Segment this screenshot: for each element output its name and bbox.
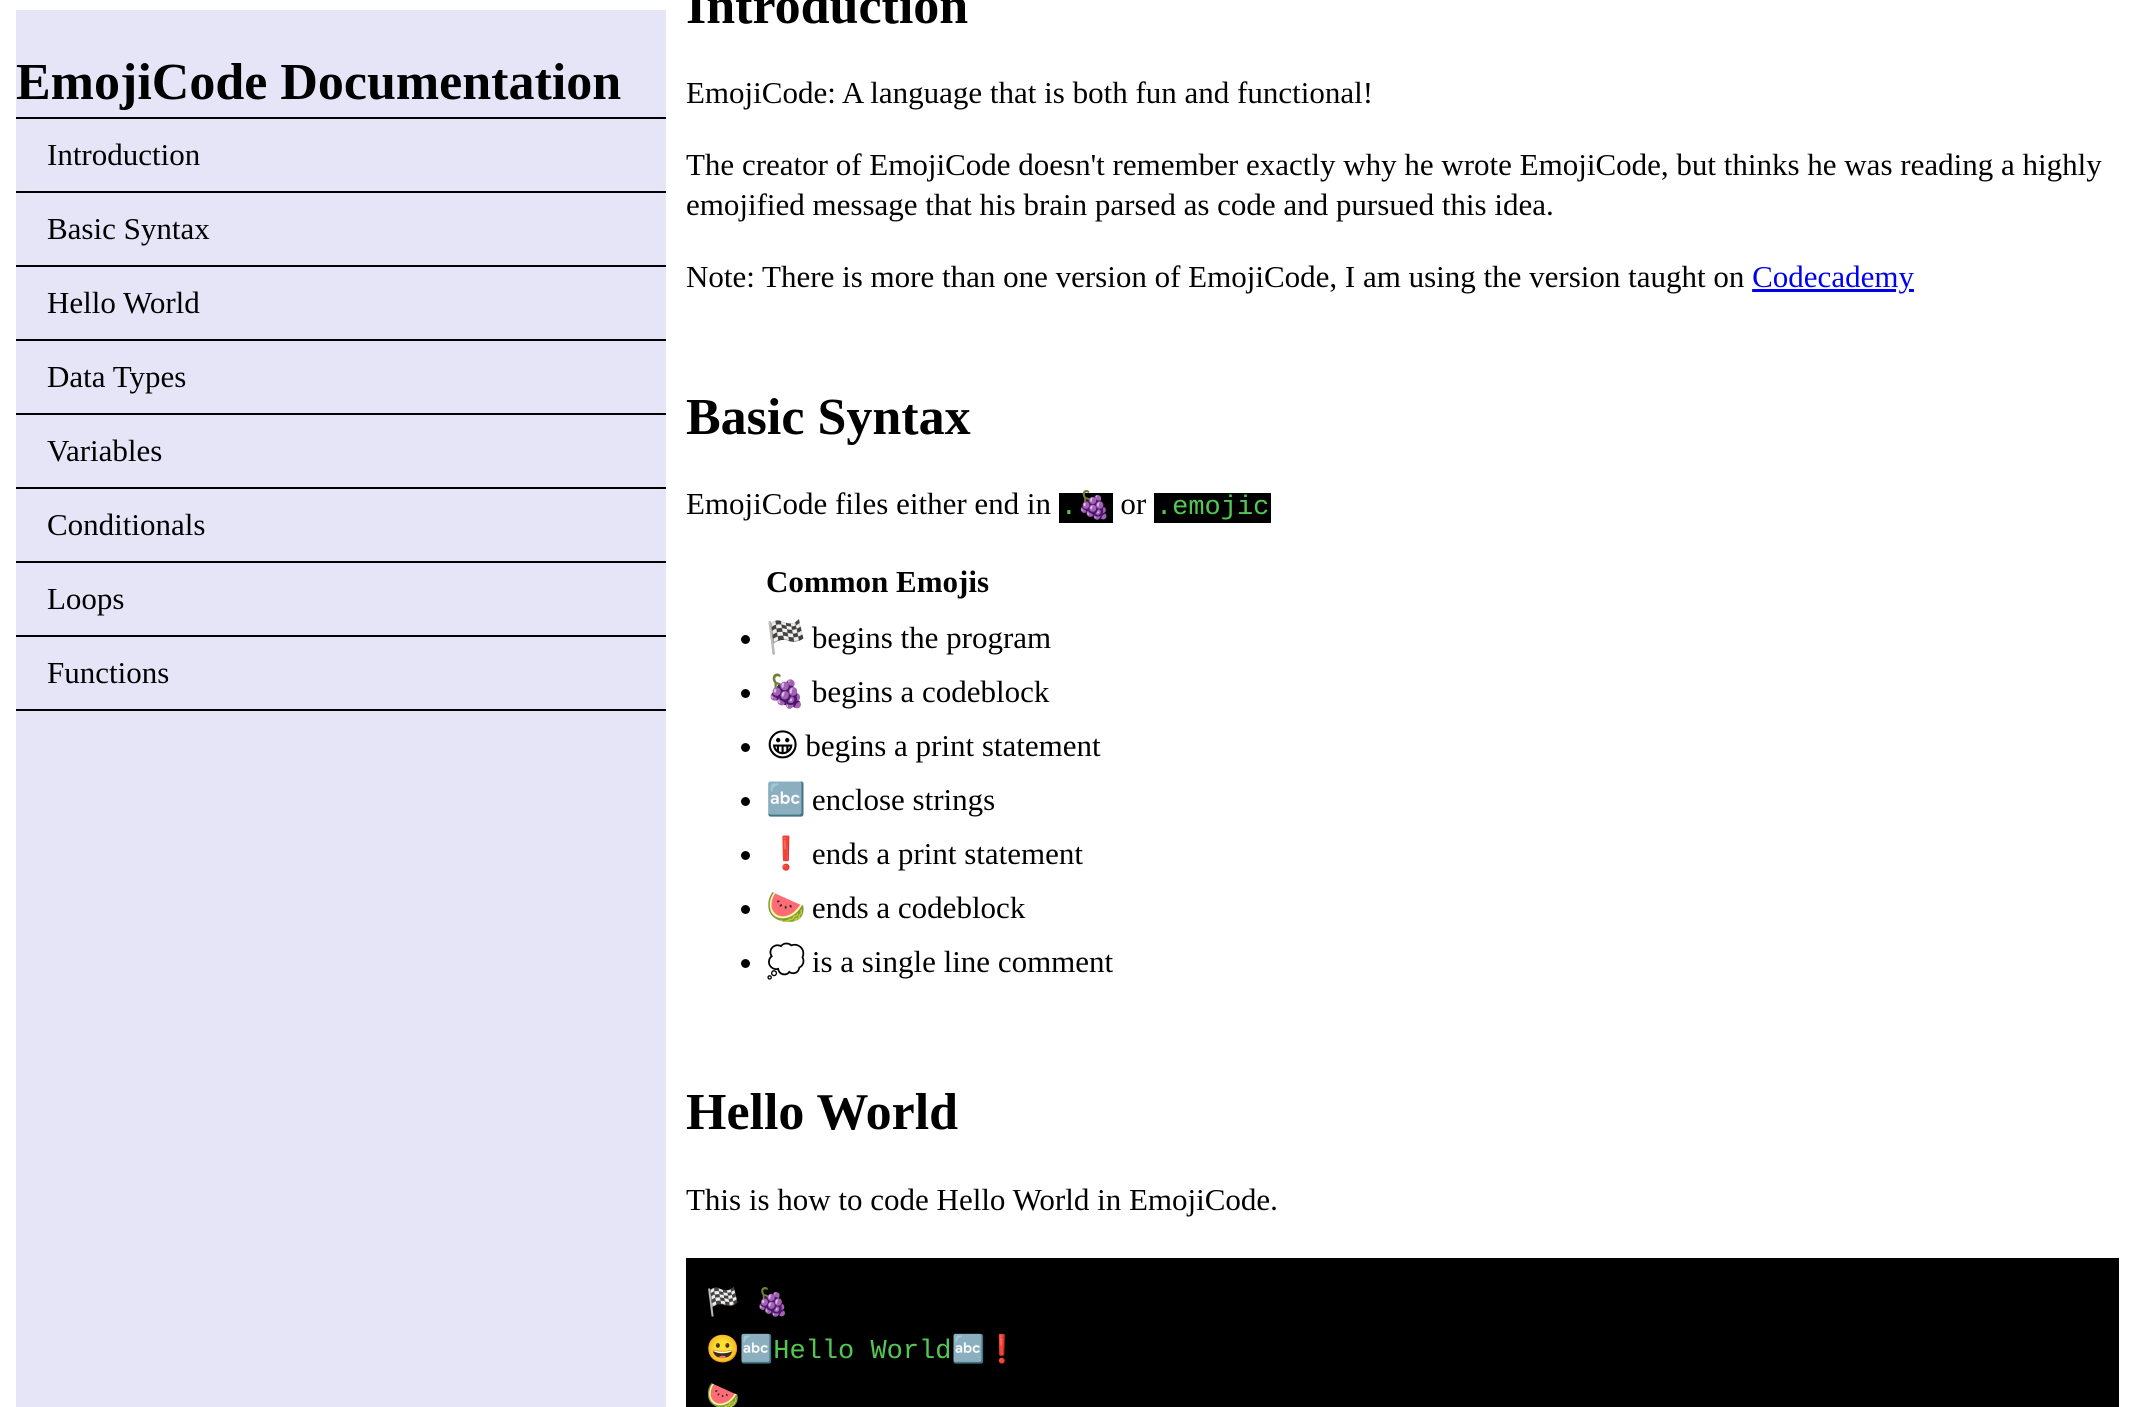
intro-creator-paragraph: The creator of EmojiCode doesn't remembe… — [686, 147, 2102, 223]
section-heading-hello-world: Hello World — [686, 1084, 959, 1142]
list-item: 🏁begins the program — [766, 610, 2121, 664]
extension-emojic-code: .emojic — [1153, 493, 1272, 524]
thought-bubble-icon: 💭 — [766, 942, 806, 981]
list-item-text: ends a codeblock — [811, 890, 1026, 926]
nav-link-functions[interactable]: Functions — [47, 655, 169, 691]
hello-world-code-block: 🏁 🍇 😀🔤Hello World🔤❗ 🍉 — [686, 1257, 2119, 1407]
nav-item-hello-world[interactable]: Hello World — [16, 267, 666, 342]
exclamation-icon: ❗ — [766, 834, 806, 873]
nav-link-data-types[interactable]: Data Types — [47, 359, 186, 395]
intro-paragraph: EmojiCode: A language that is both fun a… — [686, 75, 1374, 111]
hello-world-paragraph: This is how to code Hello World in Emoji… — [686, 1181, 1278, 1217]
nav-link-introduction[interactable]: Introduction — [47, 137, 200, 173]
code-line: 🏁 🍇 — [706, 1289, 790, 1320]
checkered-flag-icon: 🏁 — [766, 618, 806, 657]
nav-item-conditionals[interactable]: Conditionals — [16, 489, 666, 564]
section-heading-basic-syntax: Basic Syntax — [686, 389, 971, 447]
list-item: ❗ends a print statement — [766, 826, 2121, 880]
nav-item-loops[interactable]: Loops — [16, 563, 666, 638]
nav-link-basic-syntax[interactable]: Basic Syntax — [47, 211, 210, 247]
codecademy-link[interactable]: Codecademy — [1752, 259, 1914, 294]
list-item-text: is a single line comment — [811, 944, 1114, 980]
sidebar-nav: EmojiCode Documentation Introduction Bas… — [16, 10, 666, 1407]
list-item-text: ends a print statement — [811, 836, 1084, 872]
list-item: 😀begins a print statement — [766, 718, 2121, 772]
list-item: 🍉ends a codeblock — [766, 880, 2121, 934]
intro-note-paragraph: Note: There is more than one version of … — [686, 257, 2121, 297]
main-content: Introduction EmojiCode: A language that … — [686, 0, 2121, 1407]
nav-link-loops[interactable]: Loops — [47, 581, 125, 617]
list-item-text: begins the program — [811, 620, 1052, 656]
nav-item-introduction[interactable]: Introduction — [16, 119, 666, 194]
nav-list: Introduction Basic Syntax Hello World Da… — [16, 119, 666, 712]
nav-link-conditionals[interactable]: Conditionals — [47, 507, 205, 543]
nav-link-variables[interactable]: Variables — [47, 433, 162, 469]
or-text: or — [1112, 486, 1154, 522]
nav-item-functions[interactable]: Functions — [16, 637, 666, 712]
list-item: 🔤enclose strings — [766, 772, 2121, 826]
extension-grapes-code: .🍇 — [1058, 493, 1113, 524]
file-extension-paragraph: EmojiCode files either end in .🍇 or .emo… — [686, 484, 2121, 528]
list-item: 🍇begins a codeblock — [766, 664, 2121, 718]
watermelon-icon: 🍉 — [766, 888, 806, 927]
list-item-text: begins a print statement — [805, 728, 1101, 764]
nav-item-variables[interactable]: Variables — [16, 415, 666, 490]
extension-text: EmojiCode files either end in — [686, 486, 1059, 522]
section-heading-introduction: Introduction — [686, 0, 969, 35]
list-item-text: begins a codeblock — [811, 674, 1050, 710]
nav-link-hello-world[interactable]: Hello World — [47, 285, 200, 321]
list-item-text: enclose strings — [811, 782, 996, 818]
nav-item-basic-syntax[interactable]: Basic Syntax — [16, 193, 666, 268]
common-emojis-list: 🏁begins the program 🍇begins a codeblock … — [686, 610, 2121, 988]
nav-item-data-types[interactable]: Data Types — [16, 341, 666, 416]
section-introduction: Introduction EmojiCode: A language that … — [686, 0, 2121, 297]
sidebar-title: EmojiCode Documentation — [16, 10, 666, 120]
code-line: 😀🔤Hello World🔤❗ — [706, 1336, 1019, 1367]
section-hello-world: Hello World This is how to code Hello Wo… — [686, 1084, 2121, 1407]
section-basic-syntax: Basic Syntax EmojiCode files either end … — [686, 389, 2121, 988]
note-text: Note: There is more than one version of … — [686, 259, 1753, 295]
list-item: 💭is a single line comment — [766, 934, 2121, 988]
common-emojis-heading: Common Emojis — [766, 564, 990, 600]
grinning-face-icon: 😀 — [766, 726, 800, 765]
grapes-icon: 🍇 — [766, 672, 806, 711]
abc-input-icon: 🔤 — [766, 780, 806, 819]
code-line: 🍉 — [706, 1383, 740, 1407]
